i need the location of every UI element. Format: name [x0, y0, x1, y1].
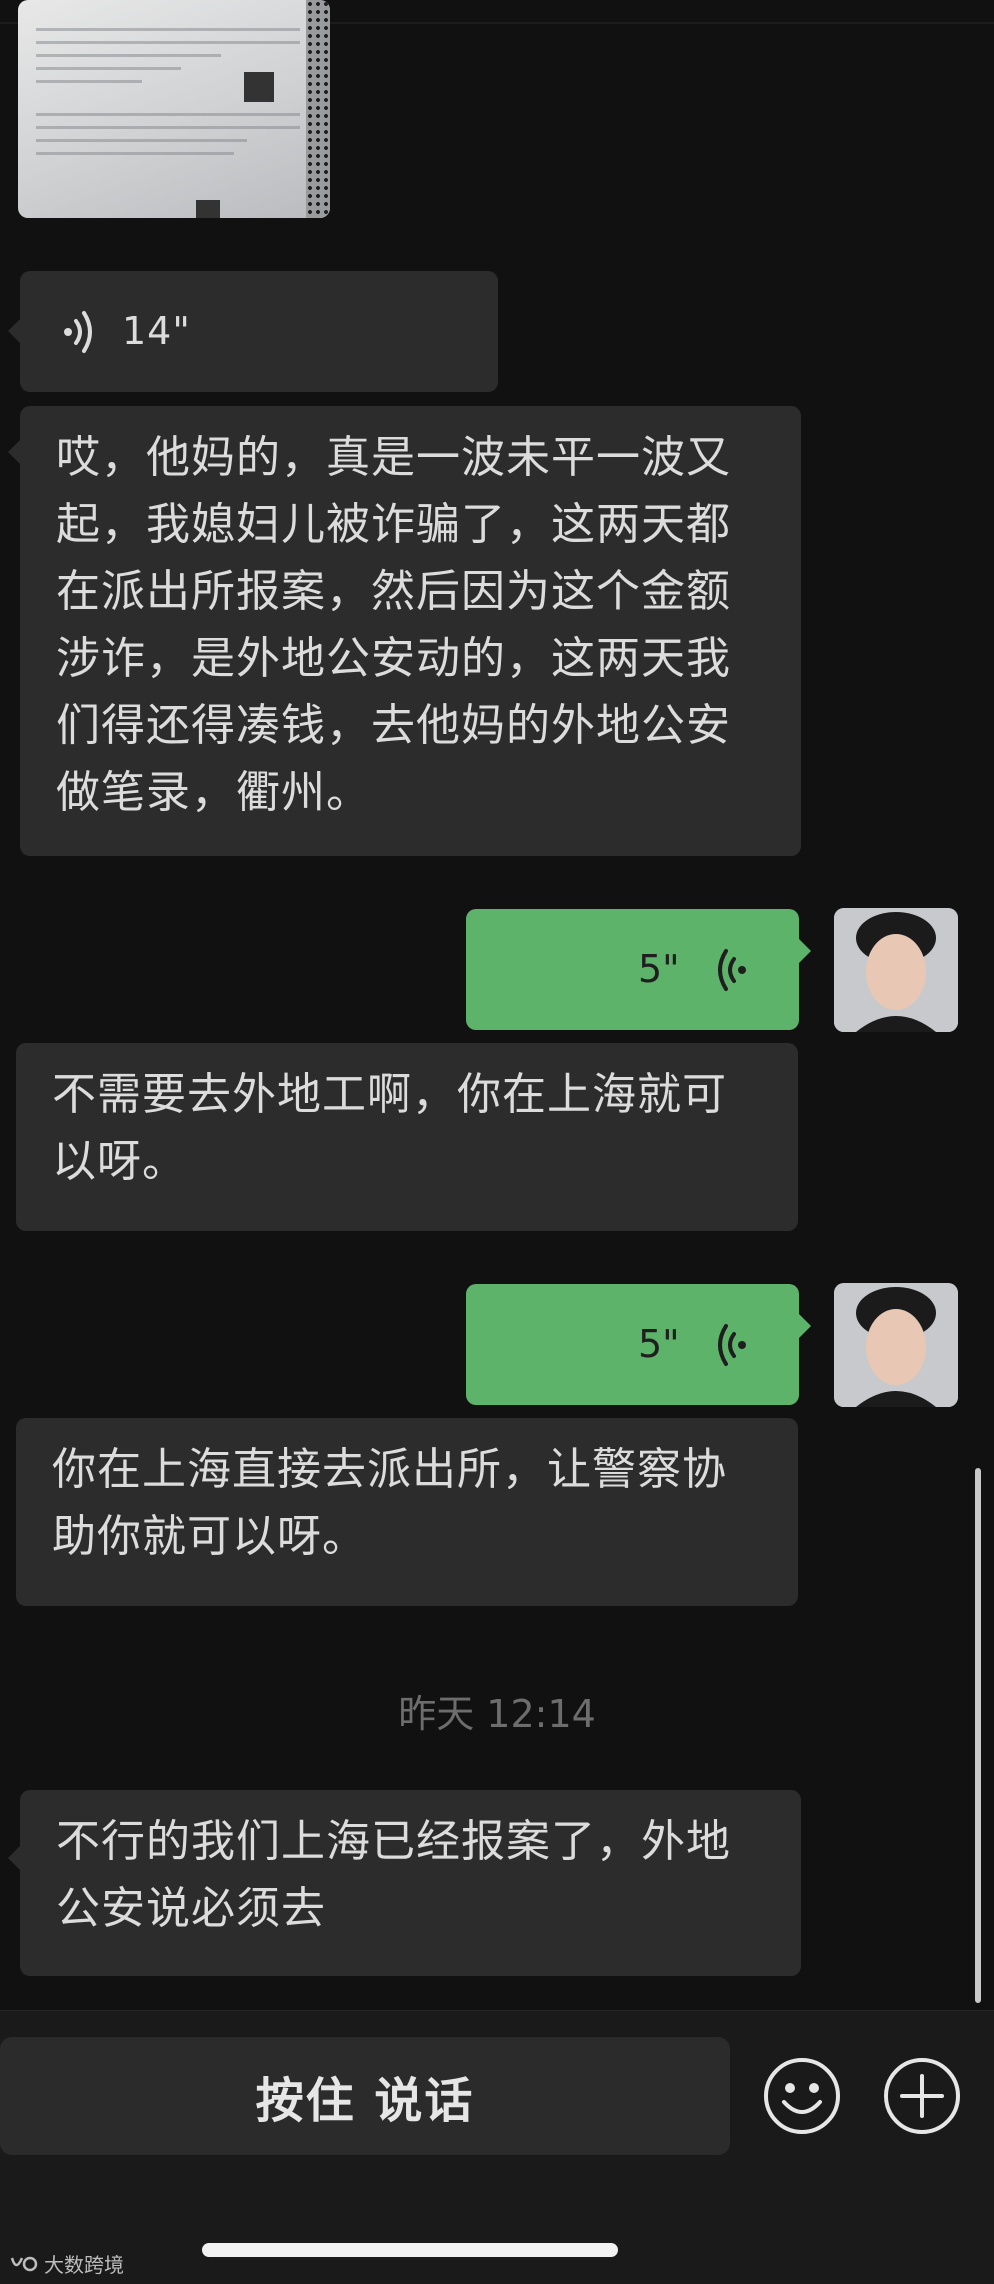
incoming-message[interactable]: 不需要去外地工啊，你在上海就可以呀。: [16, 1043, 798, 1231]
voice-duration: 14": [122, 309, 191, 353]
voice-wave-icon: [64, 311, 92, 353]
message-text: 不行的我们上海已经报案了，外地公安说必须去: [56, 1816, 731, 1934]
voice-wave-icon: [718, 1324, 746, 1366]
hold-to-talk-button[interactable]: 按住 说话: [0, 2037, 730, 2155]
incoming-message[interactable]: 哎，他妈的，真是一波未平一波又起，我媳妇儿被诈骗了，这两天都在派出所报案，然后因…: [8, 406, 801, 856]
voice-duration: 5": [638, 1322, 680, 1366]
message-timestamp: 昨天 12:14: [398, 1692, 596, 1736]
avatar[interactable]: [834, 908, 958, 1032]
voice-duration: 5": [638, 947, 680, 991]
incoming-message[interactable]: 你在上海直接去派出所，让警察协助你就可以呀。: [16, 1418, 798, 1606]
photo-edge: [306, 0, 330, 218]
watermark: 大数跨境: [10, 2249, 124, 2278]
message-text: 你在上海直接去派出所，让警察协助你就可以呀。: [52, 1444, 727, 1562]
voice-wave-icon: [718, 949, 746, 991]
scrollbar[interactable]: [975, 1468, 981, 2003]
avatar-photo: [834, 908, 958, 1032]
qr-code: [244, 72, 274, 102]
home-indicator[interactable]: [202, 2243, 618, 2257]
incoming-voice-message[interactable]: 14": [8, 271, 498, 392]
message-text: 不需要去外地工啊，你在上海就可以呀。: [52, 1069, 727, 1187]
outgoing-voice-message[interactable]: 5": [466, 1284, 811, 1405]
watermark-logo-icon: [10, 2256, 38, 2271]
emoji-icon[interactable]: [762, 2056, 842, 2136]
incoming-message[interactable]: 不行的我们上海已经报案了，外地公安说必须去: [8, 1790, 801, 1976]
image-message[interactable]: [18, 0, 330, 218]
avatar[interactable]: [834, 1283, 958, 1407]
qr-code: [196, 200, 220, 218]
watermark-text: 大数跨境: [44, 2253, 124, 2277]
outgoing-voice-message[interactable]: 5": [466, 909, 811, 1030]
avatar-photo: [834, 1283, 958, 1407]
plus-icon[interactable]: [882, 2056, 962, 2136]
message-text: 哎，他妈的，真是一波未平一波又起，我媳妇儿被诈骗了，这两天都在派出所报案，然后因…: [56, 432, 731, 818]
